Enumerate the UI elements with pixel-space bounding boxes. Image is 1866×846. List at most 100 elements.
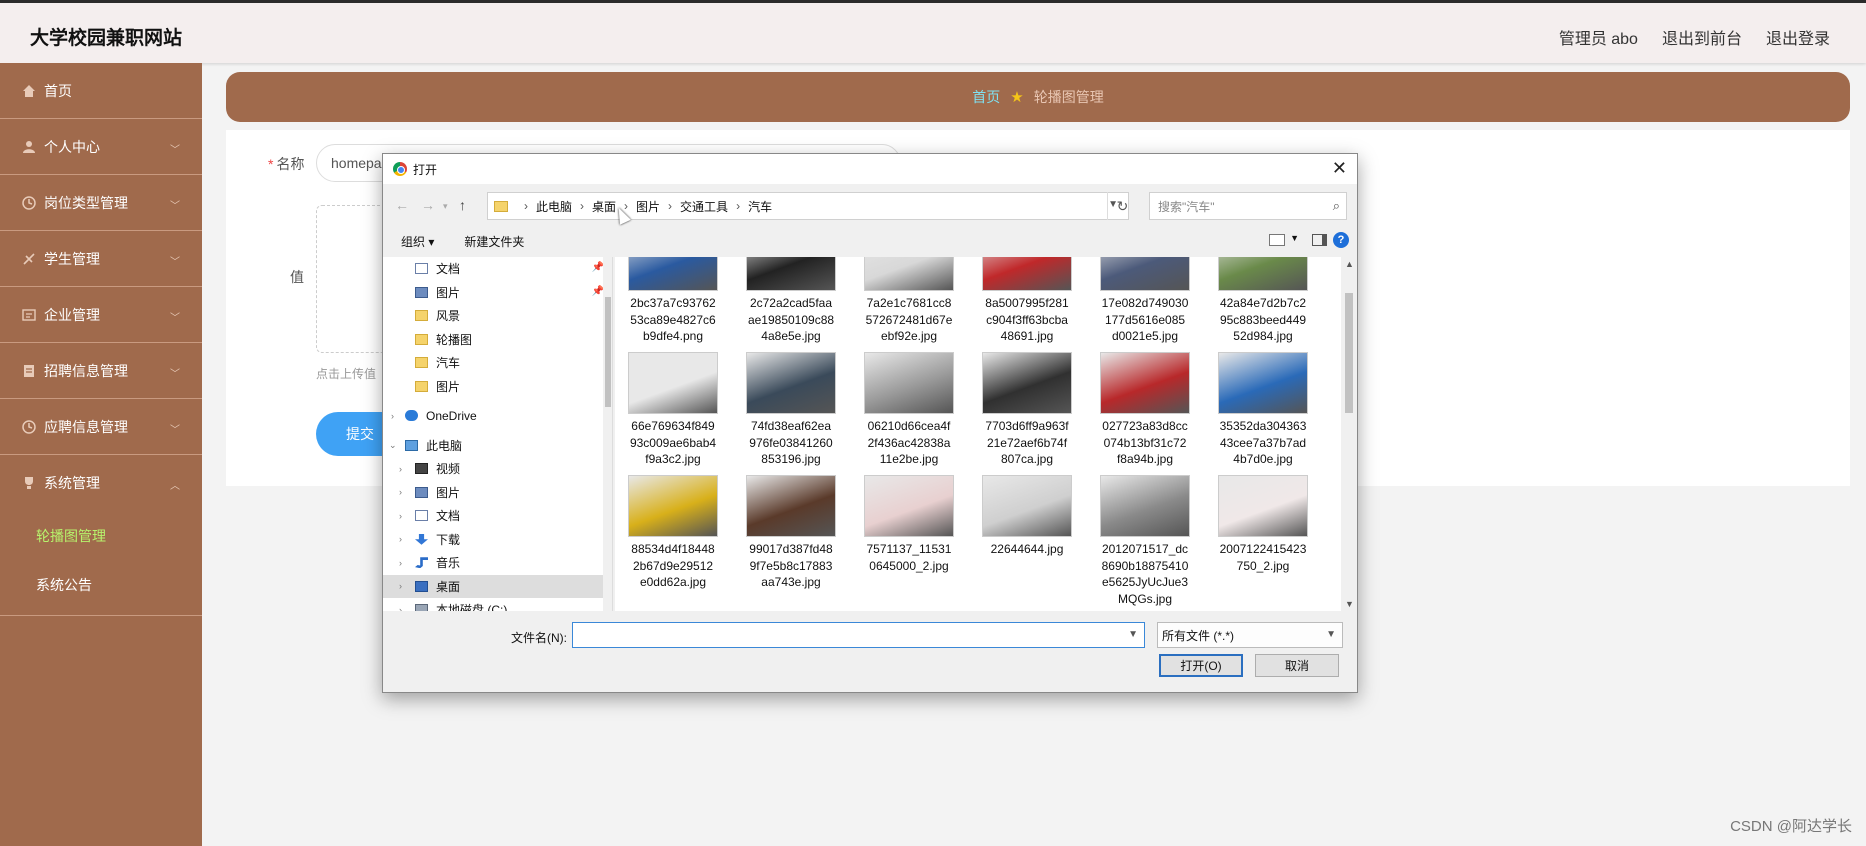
file-item[interactable]: 8a5007995f281 c904f3ff63bcba 48691.jpg (977, 257, 1077, 345)
exit-to-frontend-link[interactable]: 退出到前台 (1662, 25, 1742, 49)
file-list-scrollbar[interactable]: ▲ ▼ (1341, 257, 1357, 611)
path-segment[interactable]: 交通工具 (680, 198, 728, 215)
image-thumbnail (1100, 475, 1190, 537)
tree-item-videos[interactable]: › 视频 (383, 457, 612, 481)
filename-input[interactable]: ▼ (572, 622, 1145, 648)
sidebar-item-home[interactable]: 首页 (0, 63, 202, 119)
open-button[interactable]: 打开(O) (1159, 654, 1243, 677)
tree-item-documents[interactable]: 文档 📌 (383, 257, 612, 281)
up-arrow-icon[interactable]: ↑ (459, 197, 466, 213)
new-folder-button[interactable]: 新建文件夹 (464, 233, 524, 250)
tree-item-downloads[interactable]: › 下载 (383, 528, 612, 552)
tree-item-onedrive[interactable]: › OneDrive (383, 404, 612, 428)
file-item[interactable]: 7a2e1c7681cc8 572672481d67e ebf92e.jpg (859, 257, 959, 345)
user-icon (22, 140, 36, 154)
sidebar-item-students[interactable]: 学生管理 ﹀ (0, 231, 202, 287)
sidebar-item-companies[interactable]: 企业管理 ﹀ (0, 287, 202, 343)
close-icon[interactable]: ✕ (1332, 158, 1347, 179)
file-item[interactable]: 06210d66cea4f 2f436ac42838a 11e2be.jpg (859, 352, 959, 468)
dialog-title: 打开 (413, 162, 438, 177)
scroll-up-icon[interactable]: ▲ (1345, 259, 1354, 269)
file-item[interactable]: 2bc37a7c93762 53ca89e4827c6 b9dfe4.png (623, 257, 723, 345)
file-item[interactable]: 2c72a2cad5faa ae19850109c88 4a8e5e.jpg (741, 257, 841, 345)
file-item[interactable]: 35352da304363 43cee7a37b7ad 4b7d0e.jpg (1213, 352, 1313, 468)
breadcrumb-home-link[interactable]: 首页 (972, 87, 1000, 107)
tree-item-scenery[interactable]: 风景 (383, 304, 612, 328)
file-item[interactable]: 2007122415423 750_2.jpg (1213, 475, 1313, 574)
nav-pane-scrollbar[interactable] (603, 257, 612, 611)
chevron-right-icon[interactable]: › (399, 534, 402, 544)
file-item[interactable]: 7571137_11531 0645000_2.jpg (859, 475, 959, 574)
search-placeholder: 搜索"汽车" (1158, 199, 1215, 214)
file-item[interactable]: 88534d4f18448 2b67d9e29512 e0dd62a.jpg (623, 475, 723, 591)
file-item[interactable]: 027723a83d8cc 074b13bf31c72 f8a94b.jpg (1095, 352, 1195, 468)
tree-item-pictures[interactable]: 图片 📌 (383, 281, 612, 305)
sidebar-item-personal-center[interactable]: 个人中心 ﹀ (0, 119, 202, 175)
path-segment[interactable]: 图片 (636, 198, 660, 215)
help-icon[interactable]: ? (1333, 232, 1349, 248)
scrollbar-thumb[interactable] (605, 297, 611, 407)
chevron-down-icon: ﹀ (170, 201, 180, 212)
sidebar-item-applications[interactable]: 应聘信息管理 ﹀ (0, 399, 202, 455)
file-item[interactable]: 66e769634f849 93c009ae6bab4 f9a3c2.jpg (623, 352, 723, 468)
view-mode-icon[interactable] (1269, 234, 1285, 246)
chevron-right-icon[interactable]: › (399, 581, 402, 591)
recent-dropdown-icon[interactable]: ▾ (443, 201, 448, 212)
tree-item-desktop[interactable]: › 桌面 (383, 574, 612, 598)
file-item[interactable]: 22644644.jpg (977, 475, 1077, 558)
tree-item-cars[interactable]: 汽车 (383, 351, 612, 375)
search-input[interactable]: 搜索"汽车" ⌕ (1149, 192, 1347, 220)
chevron-right-icon[interactable]: › (399, 605, 402, 611)
scroll-down-icon[interactable]: ▼ (1345, 599, 1354, 609)
folder-icon (415, 380, 428, 392)
forward-arrow-icon[interactable]: → (421, 197, 435, 213)
refresh-icon[interactable]: ↻ (1107, 192, 1137, 220)
sidebar-item-system[interactable]: 系统管理 ︿ (0, 455, 202, 511)
chevron-down-icon[interactable]: ▼ (1128, 629, 1138, 640)
file-item[interactable]: 7703d6ff9a963f 21e72aef6b74f 807ca.jpg (977, 352, 1077, 468)
cancel-button[interactable]: 取消 (1255, 654, 1339, 677)
chevron-right-icon[interactable]: › (399, 511, 402, 521)
file-name: 35352da304363 43cee7a37b7ad 4b7d0e.jpg (1219, 419, 1307, 466)
path-segment[interactable]: 桌面 (592, 198, 616, 215)
scrollbar-thumb[interactable] (1345, 293, 1353, 413)
organize-menu[interactable]: 组织 ▾ (401, 233, 434, 250)
tree-item-pictures-2[interactable]: › 图片 (383, 481, 612, 505)
file-name: 17e082d749030 177d5616e085 d0021e5.jpg (1101, 296, 1189, 343)
file-item[interactable]: 74fd38eaf62ea 976fe03841260 853196.jpg (741, 352, 841, 468)
chevron-down-icon[interactable]: ▼ (1290, 233, 1299, 243)
filetype-select[interactable]: 所有文件 (*.*) ▼ (1157, 622, 1343, 648)
file-item[interactable]: 99017d387fd48 9f7e5b8c17883 aa743e.jpg (741, 475, 841, 591)
image-thumbnail (628, 475, 718, 537)
file-name: 74fd38eaf62ea 976fe03841260 853196.jpg (749, 419, 833, 466)
address-bar[interactable]: › 此电脑 › 桌面 › 图片 › 交通工具 › 汽车 ▼ (487, 192, 1129, 220)
back-arrow-icon[interactable]: ← (395, 197, 409, 213)
sidebar-subitem-announcements[interactable]: 系统公告 (0, 560, 202, 609)
file-item[interactable]: 17e082d749030 177d5616e085 d0021e5.jpg (1095, 257, 1195, 345)
chevron-down-icon[interactable]: ⌄ (389, 440, 397, 451)
tree-item-this-pc[interactable]: ⌄ 此电脑 (383, 434, 612, 458)
file-item[interactable]: 42a84e7d2b7c2 95c883beed449 52d984.jpg (1213, 257, 1313, 345)
sidebar-item-job-types[interactable]: 岗位类型管理 ﹀ (0, 175, 202, 231)
chevron-right-icon[interactable]: › (391, 411, 394, 421)
tree-item-music[interactable]: › 音乐 (383, 551, 612, 575)
logout-link[interactable]: 退出登录 (1766, 25, 1830, 49)
tree-item-carousel[interactable]: 轮播图 (383, 328, 612, 352)
sidebar-item-label: 招聘信息管理 (44, 362, 128, 379)
star-icon: ★ (1010, 89, 1024, 106)
path-segment[interactable]: 此电脑 (536, 198, 572, 215)
file-item[interactable]: 2012071517_dc 8690b18875410 e5625JyUcJue… (1095, 475, 1195, 607)
sidebar-subitem-carousel[interactable]: 轮播图管理 (0, 511, 202, 560)
pictures-icon (415, 286, 428, 298)
path-segment[interactable]: 汽车 (748, 198, 772, 215)
preview-pane-icon[interactable] (1312, 234, 1327, 246)
image-thumbnail (982, 257, 1072, 291)
chevron-right-icon[interactable]: › (399, 558, 402, 568)
doc-icon (22, 364, 36, 378)
tree-item-documents-2[interactable]: › 文档 (383, 504, 612, 528)
tree-item-local-disk[interactable]: › 本地磁盘 (C:) (383, 598, 612, 611)
sidebar-item-recruitment[interactable]: 招聘信息管理 ﹀ (0, 343, 202, 399)
chevron-right-icon[interactable]: › (399, 487, 402, 497)
chevron-right-icon[interactable]: › (399, 464, 402, 474)
tree-item-images[interactable]: 图片 (383, 375, 612, 399)
